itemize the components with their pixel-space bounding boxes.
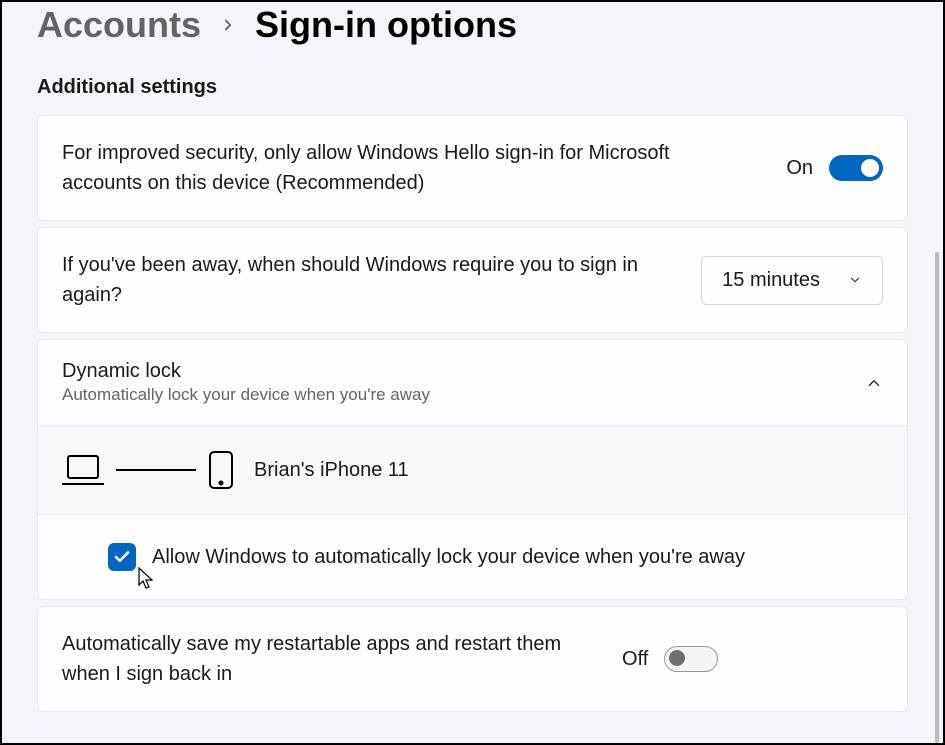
setting-restart-apps-text: Automatically save my restartable apps a… — [62, 629, 622, 689]
phone-icon — [208, 450, 234, 490]
toggle-hello[interactable] — [829, 155, 883, 181]
breadcrumb: Accounts Sign-in options — [37, 2, 908, 76]
cursor-icon — [138, 567, 156, 591]
dynamic-lock-device-row: Brian's iPhone 11 — [38, 425, 907, 514]
dropdown-require-signin[interactable]: 15 minutes — [701, 256, 883, 305]
setting-hello-signin: For improved security, only allow Window… — [37, 115, 908, 221]
dynamic-lock-checkbox-row: Allow Windows to automatically lock your… — [38, 514, 907, 599]
dynamic-lock-header[interactable]: Dynamic lock Automatically lock your dev… — [38, 340, 907, 425]
chevron-right-icon — [219, 9, 237, 41]
breadcrumb-parent[interactable]: Accounts — [37, 4, 201, 46]
toggle-restart-apps[interactable] — [664, 646, 718, 672]
link-line-icon — [116, 469, 196, 471]
setting-require-signin-text: If you've been away, when should Windows… — [62, 250, 701, 310]
chevron-down-icon — [848, 273, 862, 287]
dynamic-lock-title: Dynamic lock — [62, 360, 865, 383]
chevron-up-icon — [865, 374, 883, 392]
setting-dynamic-lock: Dynamic lock Automatically lock your dev… — [37, 339, 908, 600]
device-pairing-illustration — [62, 450, 234, 490]
setting-require-signin: If you've been away, when should Windows… — [37, 227, 908, 333]
section-additional-settings: Additional settings — [37, 76, 908, 99]
checkbox-dynamic-lock-label: Allow Windows to automatically lock your… — [152, 546, 745, 569]
setting-hello-text: For improved security, only allow Window… — [62, 138, 786, 198]
laptop-icon — [62, 454, 104, 486]
toggle-restart-apps-label: Off — [622, 648, 648, 671]
paired-device-name: Brian's iPhone 11 — [254, 459, 409, 482]
scrollbar[interactable] — [935, 252, 939, 743]
toggle-hello-label: On — [786, 157, 813, 180]
checkbox-dynamic-lock[interactable] — [108, 543, 136, 571]
dynamic-lock-subtitle: Automatically lock your device when you'… — [62, 385, 865, 405]
setting-restart-apps: Automatically save my restartable apps a… — [37, 606, 908, 712]
page-title: Sign-in options — [255, 4, 517, 46]
dropdown-require-signin-value: 15 minutes — [722, 269, 820, 292]
